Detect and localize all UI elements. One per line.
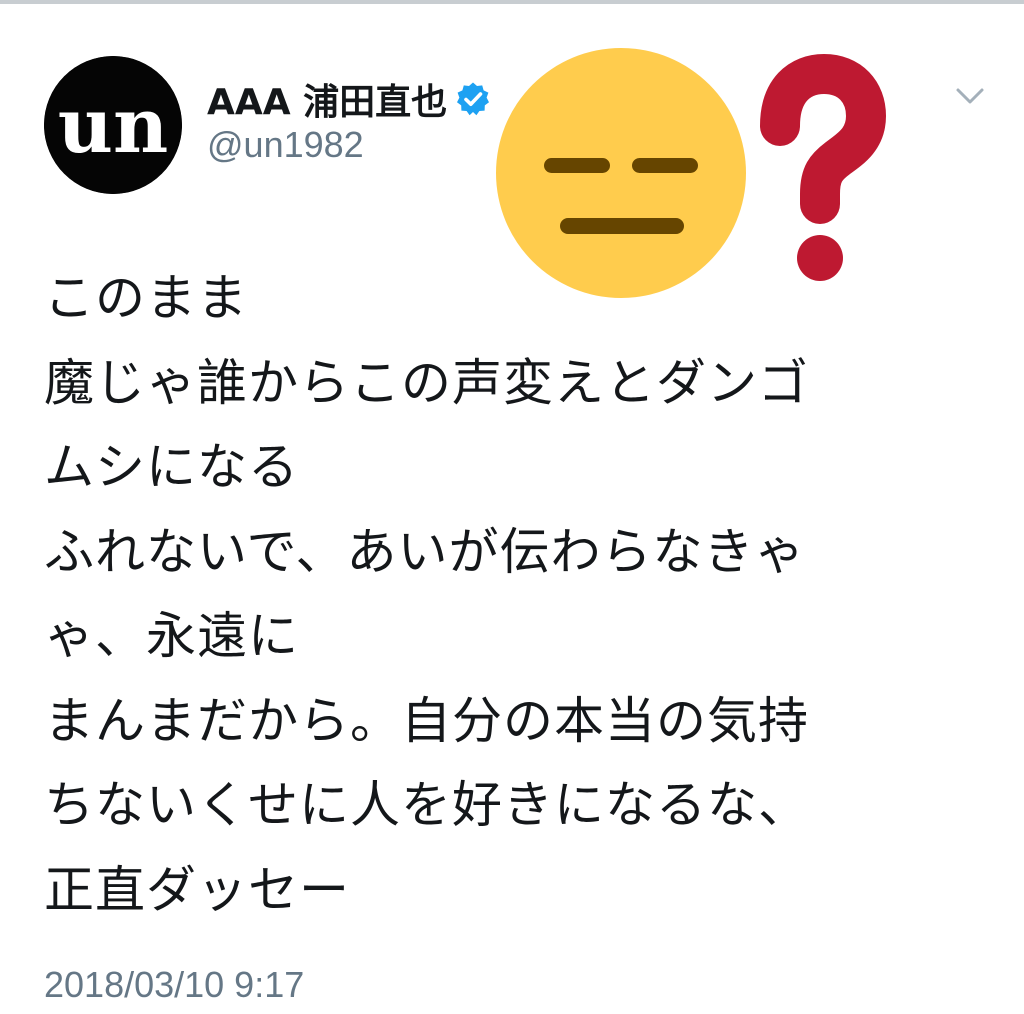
tweet-text-line: ゃ、永遠に — [44, 607, 299, 665]
author-name-row: AAA 浦田直也 — [207, 73, 491, 125]
tweet-text-line: 正直ダッセー — [44, 860, 350, 919]
avatar-logo-icon: un — [44, 56, 182, 194]
top-divider — [0, 0, 1024, 4]
tweet-text: このまま 魔じゃ誰からこの声変えとダンゴ ムシになる ふれないで、あいが伝わらな… — [44, 256, 1004, 932]
svg-text:un: un — [58, 81, 169, 170]
question-mark-icon — [738, 54, 898, 288]
chevron-down-icon[interactable] — [952, 82, 988, 110]
tweet-text-line: ふれないで、あいが伝わらなきゃ — [44, 522, 806, 581]
tweet-text-line: まんまだから。自分の本当の気持 — [44, 691, 809, 750]
tweet-timestamp[interactable]: 2018/03/10 9:17 — [44, 964, 304, 1006]
avatar[interactable]: un — [44, 56, 182, 194]
display-name[interactable]: AAA 浦田直也 — [207, 73, 447, 125]
verified-badge-icon — [455, 81, 491, 117]
tweet-text-line: 魔じゃ誰からこの声変えとダンゴ — [44, 353, 809, 412]
author-handle[interactable]: @un1982 — [207, 124, 364, 166]
tweet-text-line: ちないくせに人を好きになるな、 — [44, 776, 809, 834]
tweet-text-line: このまま — [44, 269, 248, 327]
tweet-text-line: ムシになる — [44, 438, 299, 496]
